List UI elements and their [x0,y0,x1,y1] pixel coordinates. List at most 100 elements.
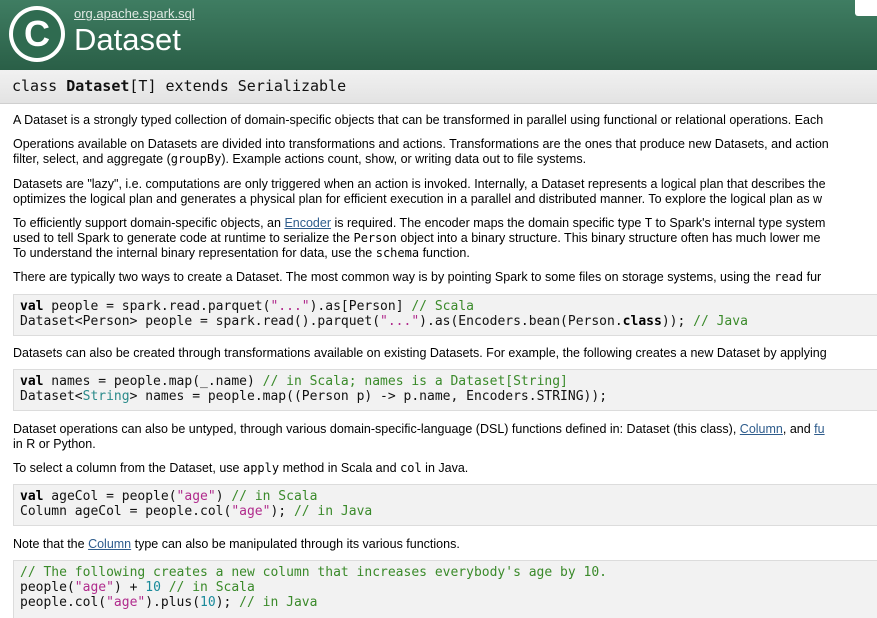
code-text: Column ageCol = people.col( [20,504,232,519]
string-literal: "..." [270,299,310,314]
class-logo-letter: C [13,10,61,58]
paragraph-encoder-line2: used to tell Spark to generate code at r… [13,231,877,246]
code-text: people = spark.read.parquet( [43,299,271,314]
comment: // The following creates a new column th… [20,565,607,580]
paragraph-select-column: To select a column from the Dataset, use… [13,461,877,476]
code-text: Dataset<Person> people = spark.read().pa… [20,314,381,329]
text: fur [803,270,822,284]
code-text: ) + [113,580,146,595]
number-literal: 10 [145,580,161,595]
inline-code-read: read [774,270,804,284]
code-text: ).plus( [145,595,201,610]
string-literal: "..." [380,314,420,329]
package-link[interactable]: org.apache.spark.sql [74,6,195,21]
string-literal: "age" [176,489,216,504]
code-text: ); [270,504,294,519]
comment: // in Scala [168,580,255,595]
code-line: Dataset<String> names = people.map((Pers… [20,389,877,404]
type-name: String [82,389,130,404]
inline-code-schema: schema [375,246,420,260]
keyword: val [20,299,44,314]
code-text: > names = people.map((Person p) -> p.nam… [129,389,608,404]
text: function. [419,246,470,260]
functions-link[interactable]: fu [814,422,824,436]
text: , and [782,422,815,436]
code-line: Dataset<Person> people = spark.read().pa… [20,314,877,329]
code-line: people.col("age").plus(10); // in Java [20,595,877,610]
paragraph-transformations: Datasets can also be created through tra… [13,346,827,360]
code-line: people("age") + 10 // in Scala [20,580,877,595]
text: object into a binary structure. This bin… [396,231,821,245]
code-text: )); [661,314,694,329]
text: method in Scala and [279,461,401,475]
code-line: Column ageCol = people.col("age"); // in… [20,504,877,519]
text: in Java. [421,461,469,475]
number-literal: 10 [200,595,216,610]
text: To efficiently support domain-specific o… [13,216,285,230]
text: There are typically two ways to create a… [13,270,775,284]
code-line: // The following creates a new column th… [20,565,877,580]
paragraph-operations: Operations available on Datasets are div… [13,137,877,167]
code-line: val ageCol = people("age") // in Scala [20,489,877,504]
keyword: class [622,314,662,329]
code-line: val names = people.map(_.name) // in Sca… [20,374,877,389]
code-block-column: val ageCol = people("age") // in Scala C… [13,484,877,526]
code-text: ); [215,595,240,610]
code-text: ).as[Person] [309,299,412,314]
page-title: Dataset [74,22,181,57]
inline-code-t: T [644,216,653,230]
string-literal: "age" [106,595,146,610]
text: Note that the [13,537,89,551]
comment: // in Scala; names is a Dataset[String] [262,374,568,389]
code-text: names = people.map(_.name) [43,374,263,389]
paragraph-lazy-line2: optimizes the logical plan and generates… [13,192,823,206]
text: to Spark's internal type system [652,216,826,230]
page-header: C org.apache.spark.sql Dataset [0,0,877,70]
paragraph-untyped-line2: in R or Python. [13,437,96,451]
inline-code-groupby: groupBy [170,152,222,166]
comment: // in Scala [231,489,318,504]
class-signature-bar: class Dataset[T] extends Serializable [0,70,877,104]
inline-code-col: col [400,461,422,475]
paragraph-intro: A Dataset is a strongly typed collection… [13,113,824,127]
paragraph-column-note: Note that the Column type can also be ma… [13,537,877,552]
text: ). Example actions count, show, or writi… [221,152,587,166]
code-text: ageCol = people( [43,489,177,504]
paragraph-untyped: Dataset operations can also be untyped, … [13,422,877,452]
class-logo-icon: C [9,6,65,62]
paragraph-encoder-line3: To understand the internal binary repres… [13,246,877,261]
paragraph-operations-line2: filter, select, and aggregate (groupBy).… [13,152,877,167]
column-type-link[interactable]: Column [88,537,131,551]
class-signature: class Dataset[T] extends Serializable [12,77,346,95]
keyword: val [20,489,44,504]
comment: // in Java [293,504,373,519]
text: used to tell Spark to generate code at r… [13,231,354,245]
text: Dataset operations can also be untyped, … [13,422,740,436]
paragraph-lazy-line1: Datasets are "lazy", i.e. computations a… [13,177,826,191]
code-text: ) [215,489,232,504]
paragraph-encoder: To efficiently support domain-specific o… [13,216,877,261]
inline-code-person: Person [353,231,397,245]
text: To select a column from the Dataset, use [13,461,243,475]
text: is required. The encoder maps the domain… [331,216,645,230]
inline-code-apply: apply [242,461,280,475]
encoder-link[interactable]: Encoder [284,216,331,230]
signature-prefix: class [12,77,67,95]
code-block-map: val names = people.map(_.name) // in Sca… [13,369,877,411]
corner-tab [855,0,877,16]
code-text: Dataset< [20,389,83,404]
paragraph-operations-line1: Operations available on Datasets are div… [13,137,829,151]
code-block-plus: // The following creates a new column th… [13,560,877,618]
paragraph-encoder-line1: To efficiently support domain-specific o… [13,216,877,231]
comment: // Scala [411,299,474,314]
text: type can also be manipulated through its… [131,537,460,551]
text: filter, select, and aggregate ( [13,152,171,166]
code-line: val people = spark.read.parquet("...").a… [20,299,877,314]
column-link[interactable]: Column [740,422,783,436]
code-text: people.col( [20,595,107,610]
string-literal: "age" [231,504,271,519]
paragraph-create-ways: There are typically two ways to create a… [13,270,877,285]
comment: // in Java [239,595,318,610]
paragraph-untyped-line1: Dataset operations can also be untyped, … [13,422,877,437]
